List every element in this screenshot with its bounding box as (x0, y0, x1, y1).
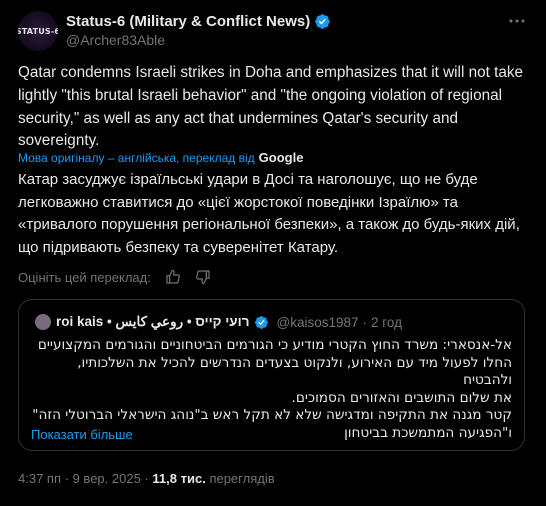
quoted-time[interactable]: 2 год (371, 315, 402, 330)
more-horizontal-icon[interactable] (508, 12, 526, 35)
verified-badge-icon (315, 14, 330, 29)
quoted-separator: · (362, 314, 368, 330)
author-name[interactable]: Status-6 (Military & Conflict News) (66, 13, 310, 30)
quoted-author-name[interactable]: roi kais • רועי קייס • روعي كايس (56, 314, 250, 330)
thumbs-up-icon[interactable] (165, 269, 181, 285)
tweet-footer: 4:37 пп · 9 вер. 2025 · 11,8 тис. перегл… (18, 471, 275, 486)
translated-text: Катар засуджує ізраїльські удари в Досі … (18, 171, 520, 256)
author-name-row[interactable]: Status-6 (Military & Conflict News) (66, 13, 331, 30)
avatar-logo-text: STATUS-6 (18, 26, 58, 36)
quoted-text-line: את שלום התושבים והאזורים הסמוכים. (291, 389, 512, 406)
views-label: переглядів (209, 471, 275, 486)
quoted-author-handle[interactable]: @kaisos1987 (277, 315, 359, 330)
google-logo: Google (258, 150, 304, 165)
thumbs-down-icon[interactable] (195, 269, 211, 285)
tweet-time[interactable]: 4:37 пп (18, 471, 61, 486)
author-avatar[interactable]: STATUS-6 (18, 11, 58, 51)
quoted-tweet[interactable]: roi kais • רועי קייס • روعي كايس @kaisos… (18, 299, 525, 451)
tweet-text: Qatar condemns Israeli strikes in Doha a… (18, 64, 524, 150)
rate-translation-label: Оцініть цей переклад: (18, 269, 151, 285)
translation-source-row[interactable]: Мова оригіналу – англійська, переклад ві… (18, 150, 303, 165)
quoted-text-line: קטר מגנה את התקיפה ומדגישה שלא לא תקל רא… (32, 407, 512, 423)
quoted-tweet-header: roi kais • רועי קייס • روعي كايس @kaisos… (35, 314, 402, 330)
rate-translation-row: Оцініть цей переклад: (18, 269, 211, 285)
quoted-author-avatar[interactable] (35, 314, 51, 330)
verified-badge-icon (254, 315, 268, 329)
author-handle[interactable]: @Archer83Able (66, 32, 165, 48)
translation-link[interactable]: Мова оригіналу – англійська, переклад ві… (18, 151, 255, 165)
show-more-link[interactable]: Показати більше (31, 427, 133, 442)
quoted-text-line: אל-אנסארי: משרד החוץ הקטרי מודיע כי הגור… (37, 337, 512, 353)
views-count: 11,8 тис. (152, 471, 206, 486)
footer-separator: · (64, 471, 69, 486)
quoted-text-line: החלו לפעול מיד עם האירוע, ולנקוט בצעדים … (77, 354, 512, 389)
footer-separator: · (144, 471, 149, 486)
more-dots-icon (509, 19, 525, 23)
tweet-date[interactable]: 9 вер. 2025 (73, 471, 141, 486)
